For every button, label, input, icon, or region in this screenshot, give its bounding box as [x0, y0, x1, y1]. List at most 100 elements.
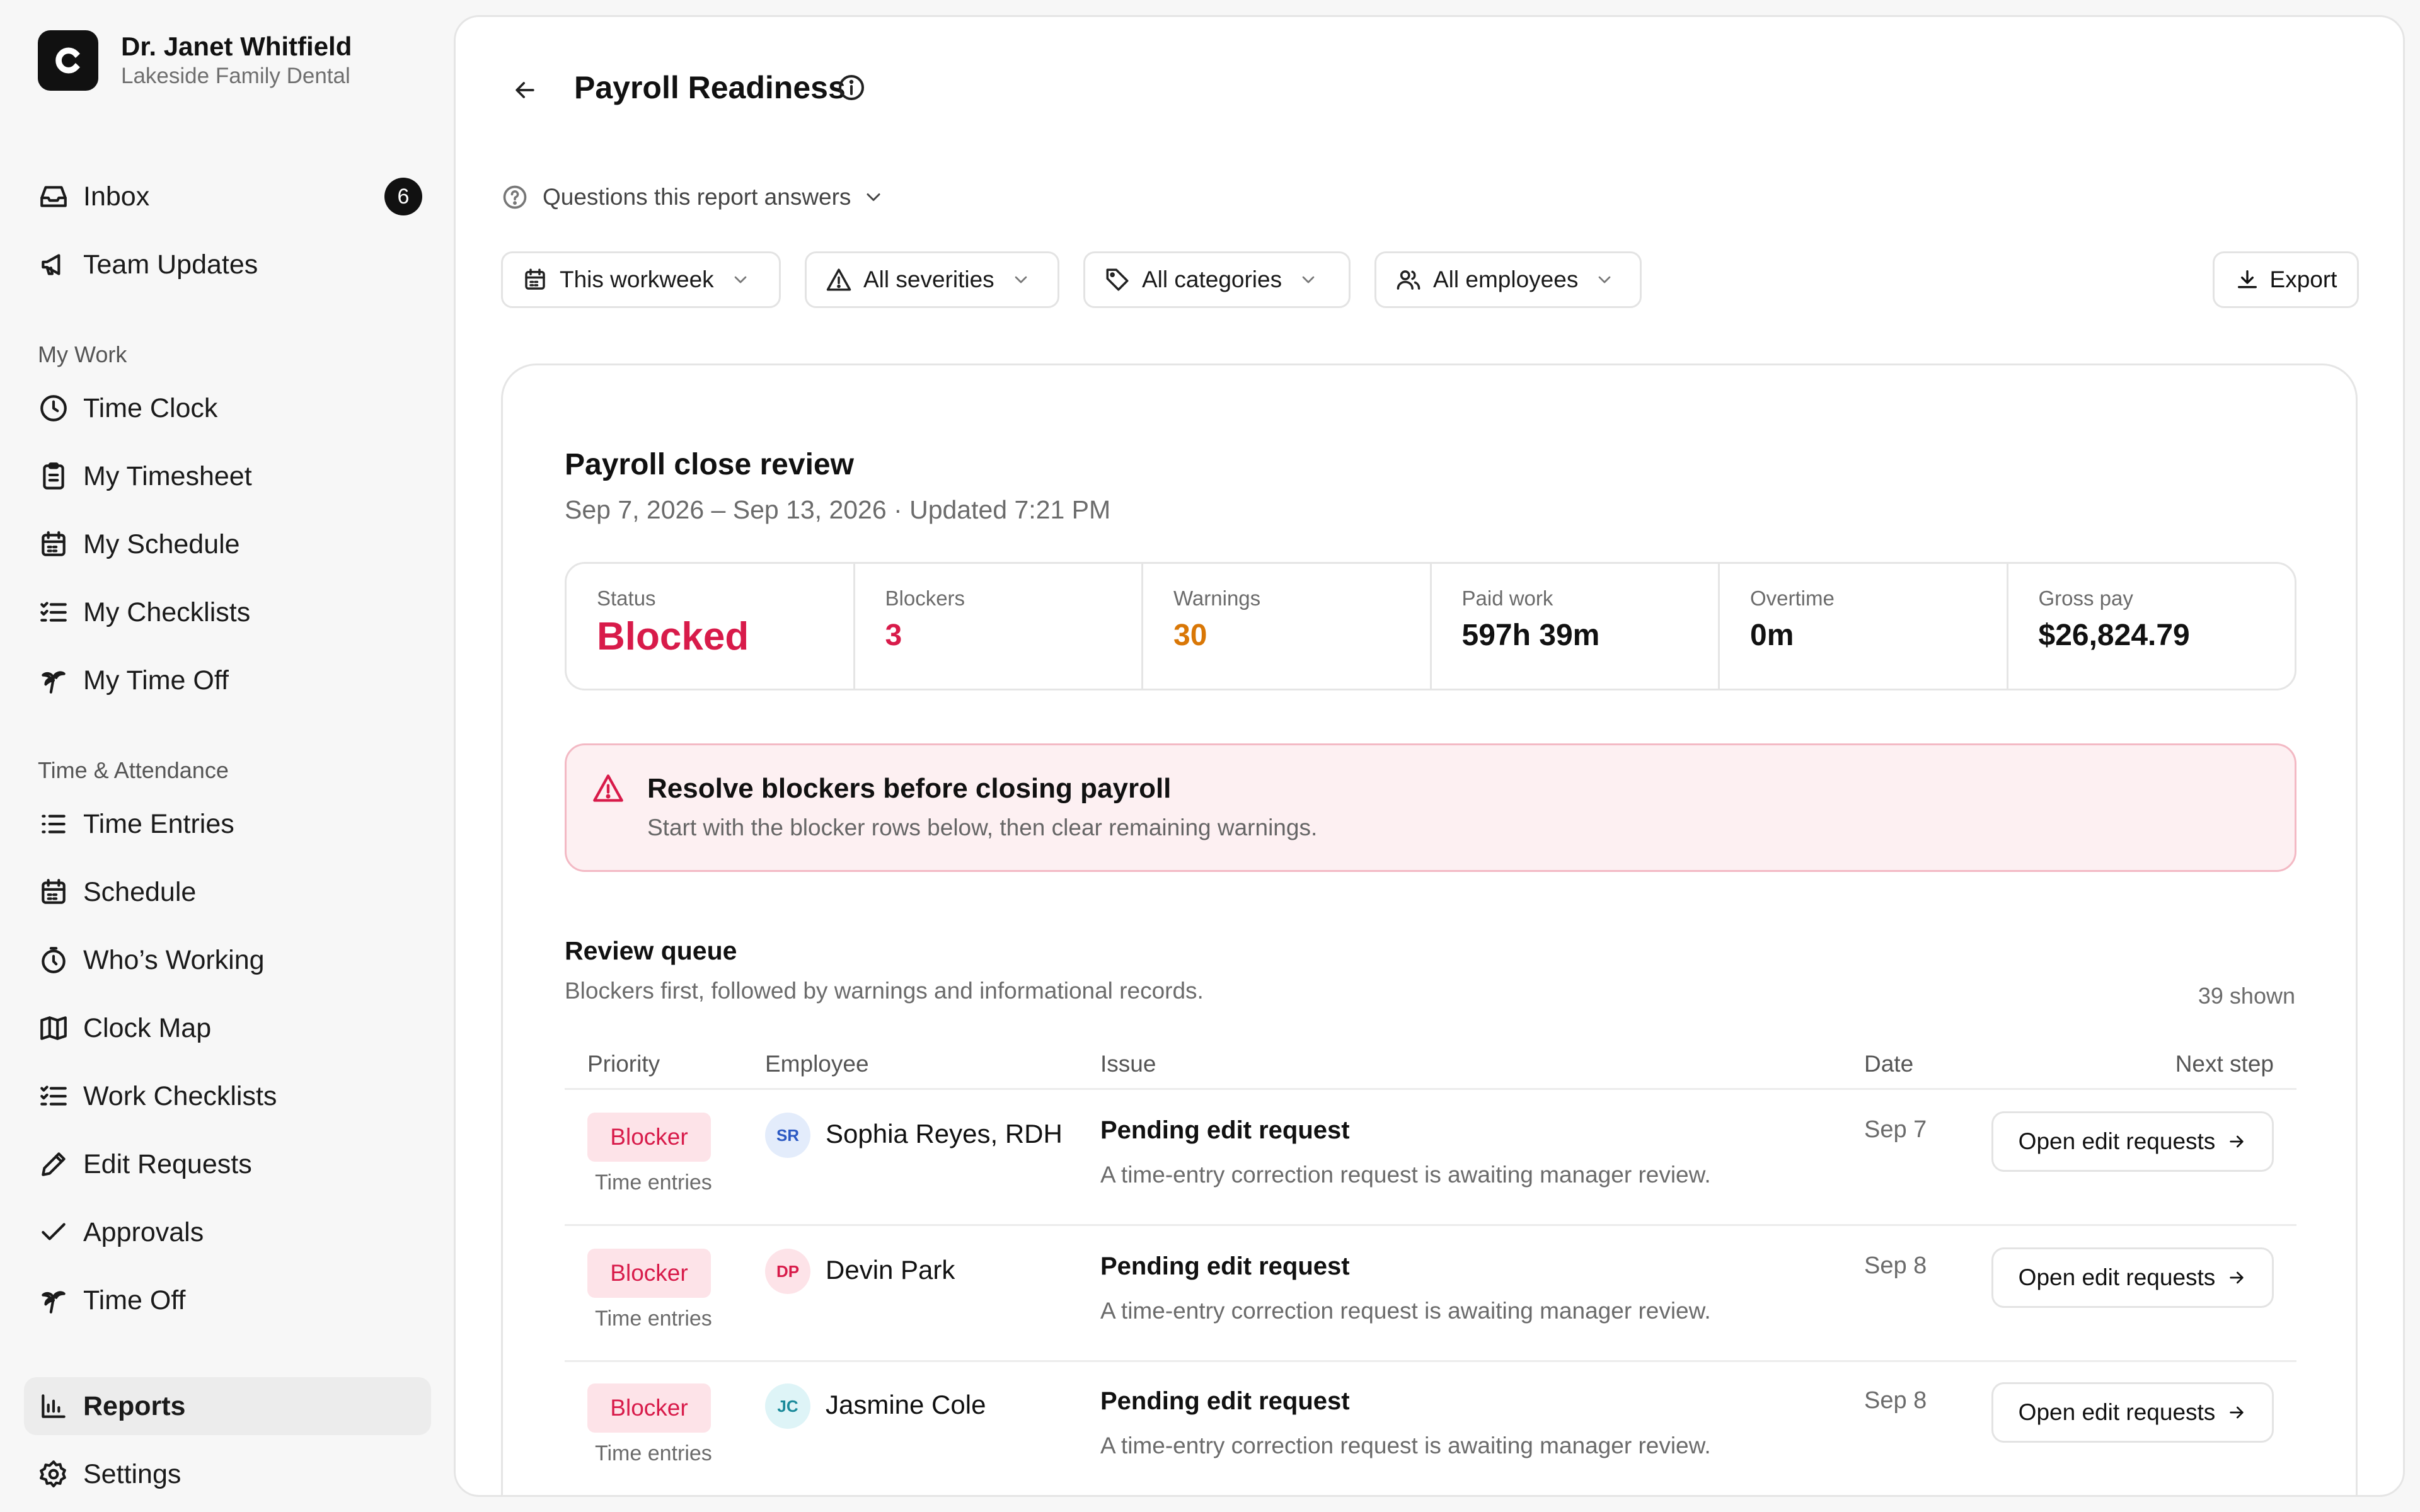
stat-value: 597h 39m	[1461, 619, 1600, 652]
row-date: Sep 8	[1864, 1387, 1927, 1414]
next-step-label: Open edit requests	[2018, 1399, 2216, 1425]
avatar: SR	[765, 1113, 810, 1158]
page-title: Payroll Readiness	[574, 70, 846, 105]
sidebar-item-my-schedule[interactable]: My Schedule	[24, 515, 431, 573]
chevron-down-icon	[1599, 276, 1611, 284]
sidebar-item-time-off[interactable]: Time Off	[24, 1271, 431, 1329]
sidebar-item-edit-requests[interactable]: Edit Requests	[24, 1135, 431, 1193]
review-queue-subtitle: Blockers first, followed by warnings and…	[565, 978, 1204, 1004]
sidebar-item-time-clock[interactable]: Time Clock	[24, 379, 431, 437]
table-header: Priority Employee Issue Date Next step	[565, 1028, 2296, 1090]
column-issue: Issue	[1100, 1051, 1156, 1077]
stat-gross-pay: Gross pay $26,824.79	[2008, 564, 2295, 689]
open-edit-requests-button[interactable]: Open edit requests	[1991, 1111, 2274, 1172]
sidebar-item-my-timesheet[interactable]: My Timesheet	[24, 447, 431, 505]
category-filter-label: All categories	[1142, 266, 1282, 292]
clipboard-icon	[43, 462, 64, 490]
arrow-left-icon	[516, 82, 534, 98]
employee-filter-label: All employees	[1433, 266, 1579, 292]
employee-filter[interactable]: All employees	[1374, 251, 1642, 308]
back-button[interactable]	[505, 70, 545, 110]
sidebar-item-settings[interactable]: Settings	[24, 1445, 431, 1503]
employee-name: Devin Park	[826, 1255, 955, 1285]
table-row: Blocker Time entries JC Jasmine Cole Pen…	[565, 1361, 2296, 1495]
avatar: JC	[765, 1383, 810, 1429]
warning-triangle-icon	[826, 268, 851, 291]
arrow-right-icon	[2230, 1406, 2244, 1419]
users-icon	[1397, 270, 1420, 290]
arrow-right-icon	[2230, 1271, 2244, 1284]
sidebar-item-team-updates[interactable]: Team Updates	[24, 236, 431, 294]
avatar: DP	[765, 1249, 810, 1294]
report-card: Payroll close review Sep 7, 2026 – Sep 1…	[501, 364, 2358, 1495]
calendar-icon	[42, 879, 66, 904]
sidebar-item-time-entries[interactable]: Time Entries	[24, 795, 431, 853]
sidebar-item-approvals[interactable]: Approvals	[24, 1203, 431, 1261]
sidebar-item-label: My Checklists	[83, 597, 251, 627]
inbox-icon	[40, 186, 67, 207]
sidebar-item-work-checklists[interactable]: Work Checklists	[24, 1067, 431, 1125]
info-icon[interactable]	[836, 72, 867, 103]
stat-label: Paid work	[1461, 587, 1553, 610]
sidebar-item-label: Clock Map	[83, 1012, 212, 1043]
stats-bar: Status Blocked Blockers 3 Warnings 30 Pa…	[565, 562, 2296, 690]
stat-value: 3	[885, 619, 902, 652]
calendar-icon	[525, 268, 545, 290]
sidebar-item-my-checklists[interactable]: My Checklists	[24, 583, 431, 641]
sidebar-item-my-time-off[interactable]: My Time Off	[24, 651, 431, 709]
gear-icon	[40, 1460, 66, 1488]
column-next-step: Next step	[2175, 1051, 2274, 1077]
sidebar-item-label: My Timesheet	[83, 461, 252, 491]
column-employee: Employee	[765, 1051, 869, 1077]
stat-value: 30	[1173, 619, 1207, 652]
stat-label: Warnings	[1173, 587, 1261, 610]
row-date: Sep 7	[1864, 1116, 1927, 1143]
account-name: Dr. Janet Whitfield	[121, 32, 352, 61]
export-button[interactable]: Export	[2213, 251, 2359, 308]
help-circle-icon	[503, 185, 527, 209]
next-step-label: Open edit requests	[2018, 1128, 2216, 1154]
blocker-alert: Resolve blockers before closing payroll …	[565, 743, 2296, 872]
sidebar-item-schedule[interactable]: Schedule	[24, 863, 431, 921]
sidebar-item-label: Edit Requests	[83, 1148, 252, 1179]
period-filter[interactable]: This workweek	[501, 251, 781, 308]
sidebar-item-label: Time Off	[83, 1285, 186, 1315]
priority-badge: Blocker	[587, 1383, 711, 1433]
table-row: Blocker Time entries DP Devin Park Pendi…	[565, 1226, 2296, 1362]
pencil-icon	[42, 1152, 66, 1176]
next-step-label: Open edit requests	[2018, 1264, 2216, 1290]
stat-label: Blockers	[885, 587, 965, 610]
chevron-down-icon	[734, 276, 747, 284]
chevron-down-icon	[1302, 276, 1315, 284]
sidebar-item-clock-map[interactable]: Clock Map	[24, 999, 431, 1057]
stat-value: 0m	[1750, 619, 1794, 652]
account-switcher[interactable]: Dr. Janet Whitfield Lakeside Family Dent…	[38, 29, 352, 92]
checklist-icon	[40, 602, 67, 622]
open-edit-requests-button[interactable]: Open edit requests	[1991, 1382, 2274, 1443]
section-label-time-attendance: Time & Attendance	[38, 757, 229, 783]
stat-warnings: Warnings 30	[1143, 564, 1432, 689]
category-filter[interactable]: All categories	[1083, 251, 1351, 308]
bar-chart-icon	[42, 1394, 66, 1418]
sidebar-item-label: Schedule	[83, 876, 197, 907]
sidebar-item-label: Team Updates	[83, 249, 258, 280]
open-edit-requests-button[interactable]: Open edit requests	[1991, 1247, 2274, 1308]
column-priority: Priority	[587, 1051, 660, 1077]
row-category: Time entries	[595, 1441, 712, 1465]
severity-filter[interactable]: All severities	[805, 251, 1059, 308]
palm-tree-icon	[42, 1291, 66, 1314]
sidebar-item-label: Settings	[83, 1458, 182, 1489]
megaphone-icon	[42, 254, 60, 275]
stat-label: Status	[597, 587, 656, 610]
sidebar-item-inbox[interactable]: Inbox 6	[24, 168, 431, 226]
main-panel: Payroll Readiness Questions this report …	[454, 15, 2405, 1497]
arrow-right-icon	[2230, 1135, 2244, 1148]
questions-toggle[interactable]: Questions this report answers	[501, 183, 885, 211]
priority-badge: Blocker	[587, 1113, 711, 1162]
sidebar-item-reports[interactable]: Reports	[24, 1377, 431, 1435]
export-label: Export	[2269, 266, 2337, 292]
sidebar-item-whos-working[interactable]: Who’s Working	[24, 931, 431, 989]
stat-paid-work: Paid work 597h 39m	[1432, 564, 1720, 689]
column-date: Date	[1864, 1051, 1914, 1077]
check-icon	[42, 1223, 66, 1240]
